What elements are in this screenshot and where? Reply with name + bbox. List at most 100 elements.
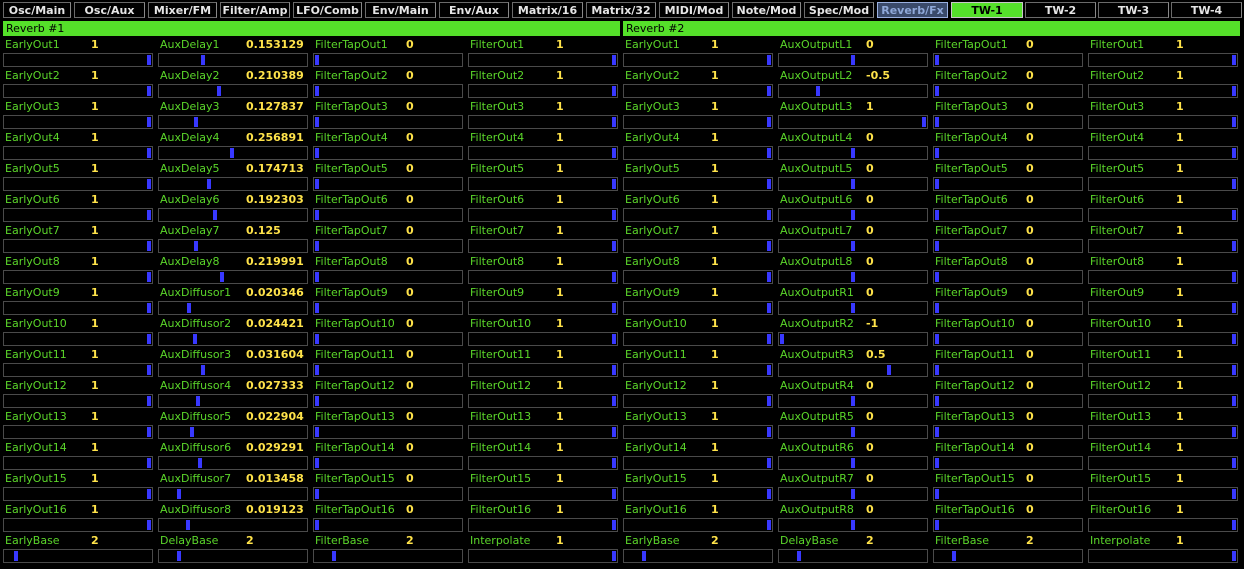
slider-filtertapout2[interactable] [313,84,463,98]
slider-handle[interactable] [14,551,18,561]
slider-handle[interactable] [767,241,771,251]
slider-handle[interactable] [887,365,891,375]
slider-auxdiffusor5[interactable] [158,425,308,439]
slider-filterout3[interactable] [468,115,618,129]
slider-filterout12[interactable] [1088,394,1238,408]
slider-auxoutputl7[interactable] [778,239,928,253]
slider-handle[interactable] [935,179,939,189]
slider-filterout15[interactable] [1088,487,1238,501]
slider-handle[interactable] [187,303,191,313]
slider-handle[interactable] [767,210,771,220]
slider-filtertapout16[interactable] [933,518,1083,532]
slider-earlyout8[interactable] [623,270,773,284]
slider-handle[interactable] [201,55,205,65]
slider-filtertapout15[interactable] [313,487,463,501]
slider-handle[interactable] [147,303,151,313]
slider-filterout9[interactable] [468,301,618,315]
slider-handle[interactable] [194,241,198,251]
slider-handle[interactable] [315,458,319,468]
slider-filtertapout8[interactable] [313,270,463,284]
slider-handle[interactable] [935,303,939,313]
slider-earlyout12[interactable] [3,394,153,408]
slider-handle[interactable] [851,272,855,282]
slider-handle[interactable] [612,179,616,189]
slider-auxdelay4[interactable] [158,146,308,160]
tab-note-mod[interactable]: Note/Mod [732,2,801,18]
slider-handle[interactable] [935,520,939,530]
slider-filtertapout1[interactable] [313,53,463,67]
slider-handle[interactable] [1232,520,1236,530]
slider-handle[interactable] [1232,55,1236,65]
slider-handle[interactable] [177,551,181,561]
slider-auxdiffusor1[interactable] [158,301,308,315]
tab-tw-2[interactable]: TW-2 [1025,2,1096,18]
slider-handle[interactable] [217,86,221,96]
slider-handle[interactable] [193,334,197,344]
slider-handle[interactable] [952,551,956,561]
slider-filterout8[interactable] [468,270,618,284]
slider-filtertapout16[interactable] [313,518,463,532]
slider-handle[interactable] [1232,148,1236,158]
slider-filtertapout6[interactable] [313,208,463,222]
slider-handle[interactable] [851,148,855,158]
slider-filterout13[interactable] [468,425,618,439]
slider-earlyout7[interactable] [3,239,153,253]
slider-earlyout16[interactable] [3,518,153,532]
slider-handle[interactable] [851,55,855,65]
slider-handle[interactable] [315,365,319,375]
slider-handle[interactable] [612,86,616,96]
slider-auxoutputr7[interactable] [778,487,928,501]
slider-handle[interactable] [612,210,616,220]
slider-handle[interactable] [213,210,217,220]
slider-filtertapout5[interactable] [933,177,1083,191]
slider-handle[interactable] [767,117,771,127]
slider-filtertapout6[interactable] [933,208,1083,222]
slider-filtertapout7[interactable] [933,239,1083,253]
slider-delaybase[interactable] [158,549,308,563]
slider-handle[interactable] [851,520,855,530]
tab-env-aux[interactable]: Env/Aux [439,2,509,18]
slider-earlyout8[interactable] [3,270,153,284]
tab-lfo-comb[interactable]: LFO/Comb [293,2,362,18]
slider-auxoutputl6[interactable] [778,208,928,222]
slider-earlyout16[interactable] [623,518,773,532]
slider-filterout8[interactable] [1088,270,1238,284]
slider-filterout13[interactable] [1088,425,1238,439]
slider-handle[interactable] [851,489,855,499]
slider-handle[interactable] [220,272,224,282]
slider-filtertapout10[interactable] [313,332,463,346]
slider-handle[interactable] [315,303,319,313]
slider-handle[interactable] [147,396,151,406]
slider-earlyout10[interactable] [623,332,773,346]
slider-handle[interactable] [198,458,202,468]
slider-handle[interactable] [190,427,194,437]
slider-auxoutputr5[interactable] [778,425,928,439]
slider-earlyout11[interactable] [3,363,153,377]
slider-handle[interactable] [1232,272,1236,282]
slider-filtertapout10[interactable] [933,332,1083,346]
slider-handle[interactable] [851,303,855,313]
slider-filtertapout8[interactable] [933,270,1083,284]
slider-interpolate[interactable] [1088,549,1238,563]
tab-osc-aux[interactable]: Osc/Aux [74,2,145,18]
slider-handle[interactable] [147,55,151,65]
slider-earlyout6[interactable] [3,208,153,222]
slider-handle[interactable] [642,551,646,561]
slider-handle[interactable] [612,427,616,437]
slider-handle[interactable] [1232,303,1236,313]
slider-handle[interactable] [612,489,616,499]
tab-osc-main[interactable]: Osc/Main [3,2,71,18]
slider-filtertapout12[interactable] [933,394,1083,408]
slider-auxoutputl1[interactable] [778,53,928,67]
slider-auxoutputr2[interactable] [778,332,928,346]
slider-handle[interactable] [315,489,319,499]
slider-auxoutputr6[interactable] [778,456,928,470]
slider-filtertapout5[interactable] [313,177,463,191]
slider-filterout16[interactable] [468,518,618,532]
slider-filterbase[interactable] [313,549,463,563]
slider-handle[interactable] [767,303,771,313]
slider-handle[interactable] [612,303,616,313]
slider-filtertapout14[interactable] [933,456,1083,470]
slider-auxoutputl8[interactable] [778,270,928,284]
slider-auxdelay1[interactable] [158,53,308,67]
